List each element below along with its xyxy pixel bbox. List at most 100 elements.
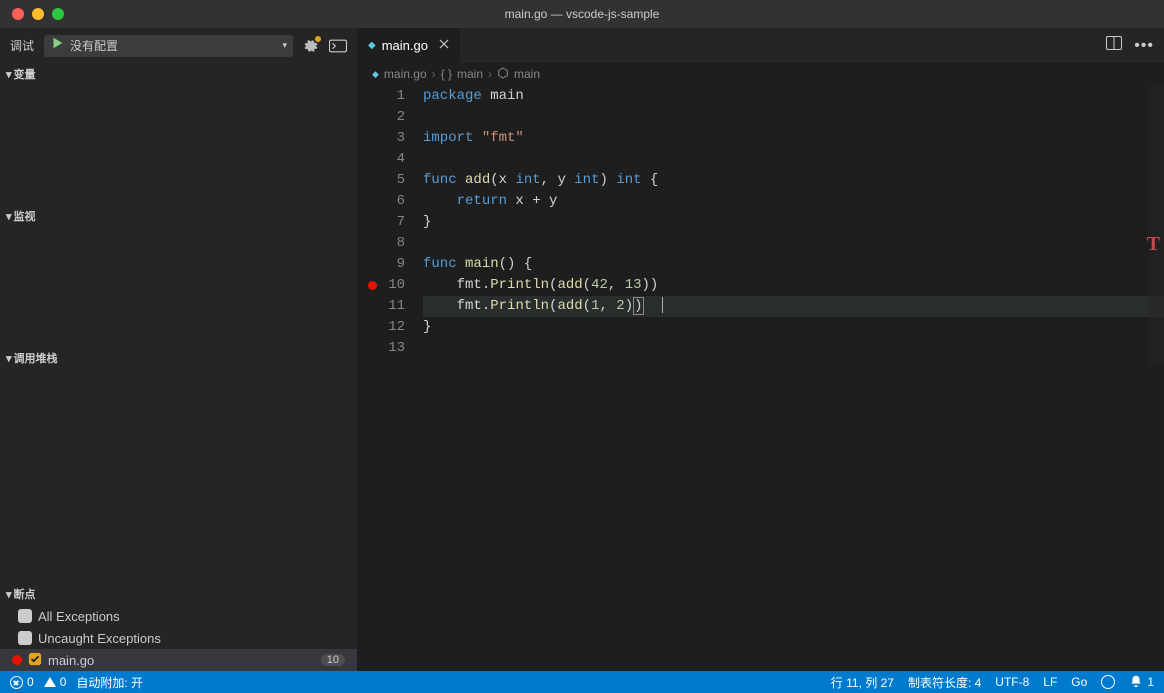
- bp-label: All Exceptions: [38, 609, 120, 624]
- bp-label: Uncaught Exceptions: [38, 631, 161, 646]
- warning-count: 0: [60, 675, 67, 689]
- tab-label: main.go: [382, 38, 428, 53]
- feedback-icon[interactable]: [1101, 675, 1115, 689]
- split-editor-icon[interactable]: [1106, 36, 1122, 55]
- line-number[interactable]: 4: [358, 149, 405, 170]
- status-tab-size[interactable]: 制表符长度: 4: [908, 674, 981, 691]
- play-icon: [50, 36, 64, 55]
- callstack-body: [0, 369, 357, 583]
- callstack-header[interactable]: ▾ 调用堆栈: [0, 347, 357, 369]
- debug-config-select[interactable]: 没有配置 ▾: [44, 35, 293, 57]
- breakpoints-section: ▾ 断点 All Exceptions Uncaught Exceptions …: [0, 583, 357, 671]
- breakpoint-all-exceptions[interactable]: All Exceptions: [0, 605, 357, 627]
- code-line[interactable]: import "fmt": [423, 128, 1164, 149]
- chevron-down-icon: ▾: [6, 210, 12, 223]
- code-line[interactable]: [423, 149, 1164, 170]
- line-number[interactable]: 8: [358, 233, 405, 254]
- bp-file-name: main.go: [48, 653, 94, 668]
- close-icon[interactable]: [438, 38, 450, 53]
- line-number[interactable]: 9: [358, 254, 405, 275]
- variables-label: 变量: [14, 66, 36, 82]
- code-line[interactable]: [423, 107, 1164, 128]
- close-window-button[interactable]: [12, 8, 24, 20]
- breakpoints-header[interactable]: ▾ 断点: [0, 583, 357, 605]
- line-number[interactable]: 10: [358, 275, 405, 296]
- debug-console-icon[interactable]: [329, 39, 347, 53]
- checkbox-icon[interactable]: [18, 631, 32, 645]
- variables-header[interactable]: ▾ 变量: [0, 63, 357, 85]
- breadcrumb-symbol[interactable]: main: [514, 67, 540, 81]
- line-number[interactable]: 11: [358, 296, 405, 317]
- line-number[interactable]: 7: [358, 212, 405, 233]
- tab-main-go[interactable]: ◆ main.go: [358, 28, 460, 63]
- debug-toolbar: 调试 没有配置 ▾: [0, 28, 357, 63]
- status-eol[interactable]: LF: [1043, 675, 1057, 689]
- debug-label: 调试: [10, 37, 34, 54]
- line-number[interactable]: 3: [358, 128, 405, 149]
- breadcrumb[interactable]: ◆ main.go › { } main › main: [358, 63, 1164, 85]
- status-errors[interactable]: 0: [10, 675, 34, 689]
- chevron-down-icon: ▾: [282, 40, 287, 51]
- callstack-section: ▾ 调用堆栈: [0, 347, 357, 369]
- tabs-row: ◆ main.go •••: [358, 28, 1164, 63]
- status-cursor-position[interactable]: 行 11, 列 27: [831, 674, 894, 691]
- code-line[interactable]: func main() {: [423, 254, 1164, 275]
- titlebar: main.go — vscode-js-sample: [0, 0, 1164, 28]
- code-editor[interactable]: 12345678910111213 package mainimport "fm…: [358, 85, 1164, 671]
- warning-icon: [44, 677, 56, 687]
- annotation-marker: T: [1147, 233, 1160, 256]
- status-auto-attach[interactable]: 自动附加: 开: [76, 674, 143, 691]
- status-notifications[interactable]: 1: [1129, 674, 1154, 691]
- code-line[interactable]: }: [423, 212, 1164, 233]
- status-warnings[interactable]: 0: [44, 675, 67, 689]
- code-content[interactable]: package main import "fmt" func add(x int, …: [423, 85, 1164, 671]
- code-line[interactable]: fmt.Println(add(1, 2)): [423, 296, 1164, 317]
- gear-icon[interactable]: [303, 38, 319, 54]
- breadcrumb-scope[interactable]: main: [457, 67, 483, 81]
- code-line[interactable]: func add(x int, y int) int {: [423, 170, 1164, 191]
- code-line[interactable]: [423, 338, 1164, 359]
- line-number[interactable]: 2: [358, 107, 405, 128]
- chevron-down-icon: ▾: [6, 588, 12, 601]
- debug-sidebar: 调试 没有配置 ▾ ▾ 变量: [0, 28, 358, 671]
- error-icon: [10, 676, 23, 689]
- code-line[interactable]: package main: [423, 86, 1164, 107]
- auto-attach-label: 自动附加: 开: [76, 674, 143, 691]
- line-number[interactable]: 12: [358, 317, 405, 338]
- watch-header[interactable]: ▾ 监视: [0, 205, 357, 227]
- breakpoint-uncaught-exceptions[interactable]: Uncaught Exceptions: [0, 627, 357, 649]
- chevron-right-icon: ›: [432, 67, 436, 81]
- error-count: 0: [27, 675, 34, 689]
- main-content: 调试 没有配置 ▾ ▾ 变量: [0, 28, 1164, 671]
- status-encoding[interactable]: UTF-8: [995, 675, 1029, 689]
- line-number[interactable]: 1: [358, 86, 405, 107]
- minimize-window-button[interactable]: [32, 8, 44, 20]
- function-icon: [497, 67, 509, 82]
- code-line[interactable]: fmt.Println(add(42, 13)): [423, 275, 1164, 296]
- breakpoint-file-item[interactable]: main.go 10: [0, 649, 357, 671]
- more-icon[interactable]: •••: [1134, 37, 1154, 55]
- breakpoint-icon[interactable]: [368, 281, 377, 290]
- text-cursor: [662, 297, 663, 313]
- line-number[interactable]: 5: [358, 170, 405, 191]
- bell-icon: [1129, 674, 1143, 691]
- code-line[interactable]: [423, 233, 1164, 254]
- callstack-label: 调用堆栈: [14, 350, 58, 366]
- statusbar: 0 0 自动附加: 开 行 11, 列 27 制表符长度: 4 UTF-8 LF…: [0, 671, 1164, 693]
- breadcrumb-file[interactable]: main.go: [384, 67, 427, 81]
- minimap[interactable]: [1149, 85, 1164, 365]
- code-line[interactable]: }: [423, 317, 1164, 338]
- line-gutter[interactable]: 12345678910111213: [358, 85, 423, 671]
- go-file-icon: ◆: [368, 40, 376, 51]
- status-language[interactable]: Go: [1071, 675, 1087, 689]
- watch-label: 监视: [14, 208, 36, 224]
- editor-actions: •••: [1096, 28, 1164, 63]
- code-line[interactable]: return x + y: [423, 191, 1164, 212]
- line-number[interactable]: 13: [358, 338, 405, 359]
- editor-area: ◆ main.go ••• ◆ main.go › { } main ›: [358, 28, 1164, 671]
- maximize-window-button[interactable]: [52, 8, 64, 20]
- chevron-down-icon: ▾: [6, 352, 12, 365]
- checkbox-icon[interactable]: [18, 609, 32, 623]
- config-name: 没有配置: [70, 37, 276, 54]
- line-number[interactable]: 6: [358, 191, 405, 212]
